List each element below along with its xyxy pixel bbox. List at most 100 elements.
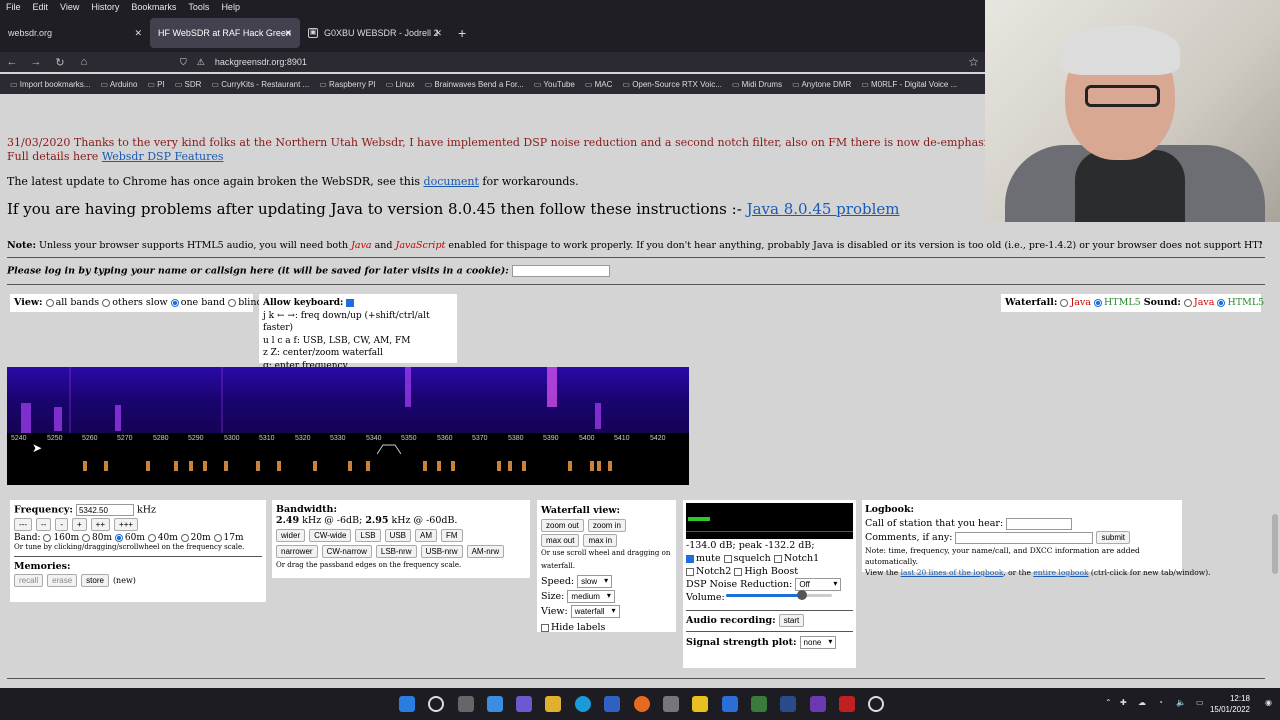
station-marker[interactable] bbox=[597, 461, 601, 471]
bookmark-item[interactable]: CurryKits - Restaurant ... bbox=[211, 80, 309, 89]
tray-app-icon[interactable]: ✚ bbox=[1120, 698, 1127, 707]
menu-bookmarks[interactable]: Bookmarks bbox=[125, 2, 182, 12]
windows-start-icon[interactable] bbox=[399, 696, 415, 712]
step-down-2-button[interactable]: -- bbox=[36, 518, 52, 531]
battery-icon[interactable]: ▭ bbox=[1196, 698, 1204, 707]
forward-icon[interactable]: → bbox=[24, 56, 48, 68]
visual-studio-icon[interactable] bbox=[810, 696, 826, 712]
notch2-checkbox[interactable] bbox=[686, 567, 694, 576]
mute-checkbox[interactable] bbox=[686, 554, 694, 563]
allow-keyboard-checkbox[interactable] bbox=[346, 298, 355, 307]
search-icon[interactable] bbox=[428, 696, 444, 712]
menu-file[interactable]: File bbox=[0, 2, 27, 12]
waterfall-spectrum[interactable] bbox=[7, 367, 689, 433]
wifi-icon[interactable]: ◔ bbox=[1158, 698, 1163, 707]
menu-view[interactable]: View bbox=[54, 2, 85, 12]
lock-icon[interactable]: ⚠ bbox=[197, 57, 205, 68]
back-icon[interactable]: ← bbox=[0, 56, 24, 68]
login-input[interactable] bbox=[512, 265, 611, 277]
close-icon[interactable]: ✕ bbox=[434, 28, 442, 39]
clock[interactable]: 12:18 15/01/2022 bbox=[1210, 693, 1250, 715]
bookmark-item[interactable]: Midi Drums bbox=[732, 80, 782, 89]
waterfall-html5-radio[interactable] bbox=[1093, 298, 1102, 307]
sound-html5-radio[interactable] bbox=[1217, 298, 1226, 307]
am-button[interactable]: AM bbox=[415, 529, 438, 542]
view-blind-radio[interactable] bbox=[228, 298, 237, 307]
cw-narrow-button[interactable]: CW-narrow bbox=[321, 545, 372, 558]
chat-icon[interactable] bbox=[516, 696, 532, 712]
band-20m-radio[interactable] bbox=[180, 533, 189, 542]
station-marker[interactable] bbox=[313, 461, 317, 471]
am-nrw-button[interactable]: AM-nrw bbox=[466, 545, 505, 558]
step-down-1-button[interactable]: - bbox=[55, 518, 68, 531]
view-one-band-radio[interactable] bbox=[170, 298, 179, 307]
file-explorer-icon[interactable] bbox=[545, 696, 561, 712]
step-up-2-button[interactable]: ++ bbox=[90, 518, 111, 531]
waterfall-display[interactable]: 5240 5250 5260 5270 5280 5290 5300 5310 … bbox=[7, 367, 689, 485]
tray-chevron-icon[interactable]: ⌃ bbox=[1105, 698, 1112, 707]
volume-slider[interactable] bbox=[726, 590, 832, 600]
station-marker[interactable] bbox=[348, 461, 352, 471]
bookmark-item[interactable]: Arduino bbox=[100, 80, 138, 89]
max-out-button[interactable]: max out bbox=[541, 534, 580, 547]
passband-indicator[interactable] bbox=[377, 443, 401, 455]
station-marker[interactable] bbox=[146, 461, 150, 471]
bookmark-item[interactable]: Open-Source RTX Voic... bbox=[622, 80, 722, 89]
bookmark-item[interactable]: Brainwaves Bend a For... bbox=[425, 80, 523, 89]
volume-handle[interactable] bbox=[797, 590, 808, 600]
station-marker[interactable] bbox=[497, 461, 501, 471]
firefox-icon[interactable] bbox=[634, 696, 650, 712]
java-problem-link[interactable]: Java 8.0.45 problem bbox=[747, 200, 900, 218]
app-icon[interactable] bbox=[839, 696, 855, 712]
band-160m-radio[interactable] bbox=[43, 533, 52, 542]
frequency-scale[interactable]: 5240 5250 5260 5270 5280 5290 5300 5310 … bbox=[7, 433, 689, 485]
band-17m-radio[interactable] bbox=[213, 533, 222, 542]
edge-icon[interactable] bbox=[575, 696, 591, 712]
scrollbar-thumb[interactable] bbox=[1272, 514, 1278, 574]
tab-jodrell[interactable]: ▣ G0XBU WEBSDR - Jodrell 2 ✕ bbox=[300, 18, 450, 48]
home-icon[interactable]: ⌂ bbox=[72, 56, 96, 68]
view-others-slow-radio[interactable] bbox=[102, 298, 111, 307]
tracking-shield-icon[interactable]: ⛉ bbox=[180, 57, 187, 68]
usb-button[interactable]: USB bbox=[384, 529, 412, 542]
menu-history[interactable]: History bbox=[85, 2, 125, 12]
step-up-1-button[interactable]: + bbox=[72, 518, 87, 531]
station-marker[interactable] bbox=[104, 461, 108, 471]
station-marker[interactable] bbox=[256, 461, 260, 471]
comments-input[interactable] bbox=[955, 531, 1094, 544]
station-marker[interactable] bbox=[83, 461, 87, 471]
frequency-input[interactable]: 5342.50 bbox=[75, 504, 134, 516]
notification-icon[interactable]: ◉ bbox=[1265, 698, 1272, 707]
step-down-3-button[interactable]: --- bbox=[14, 518, 32, 531]
max-in-button[interactable]: max in bbox=[583, 534, 618, 547]
app-icon[interactable] bbox=[780, 696, 796, 712]
bookmark-item[interactable]: MAC bbox=[585, 80, 613, 89]
strength-plot-select[interactable]: none bbox=[799, 636, 837, 649]
station-marker[interactable] bbox=[508, 461, 512, 471]
app-icon[interactable] bbox=[663, 696, 679, 712]
bookmark-item[interactable]: YouTube bbox=[534, 80, 574, 89]
band-40m-radio[interactable] bbox=[147, 533, 156, 542]
station-marker[interactable] bbox=[366, 461, 370, 471]
bookmark-item[interactable]: Linux bbox=[386, 80, 414, 89]
bookmark-item[interactable]: SDR bbox=[175, 80, 202, 89]
station-marker[interactable] bbox=[224, 461, 228, 471]
station-marker[interactable] bbox=[203, 461, 207, 471]
station-marker[interactable] bbox=[189, 461, 193, 471]
view-mode-select[interactable]: waterfall bbox=[570, 605, 620, 618]
station-marker[interactable] bbox=[608, 461, 612, 471]
bookmark-item[interactable]: M0RLF - Digital Voice ... bbox=[861, 80, 957, 89]
call-input[interactable] bbox=[1006, 517, 1073, 530]
cw-wide-button[interactable]: CW-wide bbox=[309, 529, 352, 542]
url-bar[interactable]: ⛉ ⚠ hackgreensdr.org:8901 bbox=[180, 57, 968, 68]
notch1-checkbox[interactable] bbox=[773, 554, 782, 563]
station-marker[interactable] bbox=[174, 461, 178, 471]
station-marker[interactable] bbox=[423, 461, 427, 471]
size-select[interactable]: medium bbox=[567, 590, 615, 603]
station-marker[interactable] bbox=[522, 461, 526, 471]
close-icon[interactable]: ✕ bbox=[134, 28, 142, 39]
tab-hackgreen[interactable]: HF WebSDR at RAF Hack Green ✕ bbox=[150, 18, 300, 48]
bookmark-item[interactable]: Raspberry PI bbox=[319, 80, 376, 89]
band-60m-radio[interactable] bbox=[114, 533, 123, 542]
store-icon[interactable] bbox=[604, 696, 620, 712]
